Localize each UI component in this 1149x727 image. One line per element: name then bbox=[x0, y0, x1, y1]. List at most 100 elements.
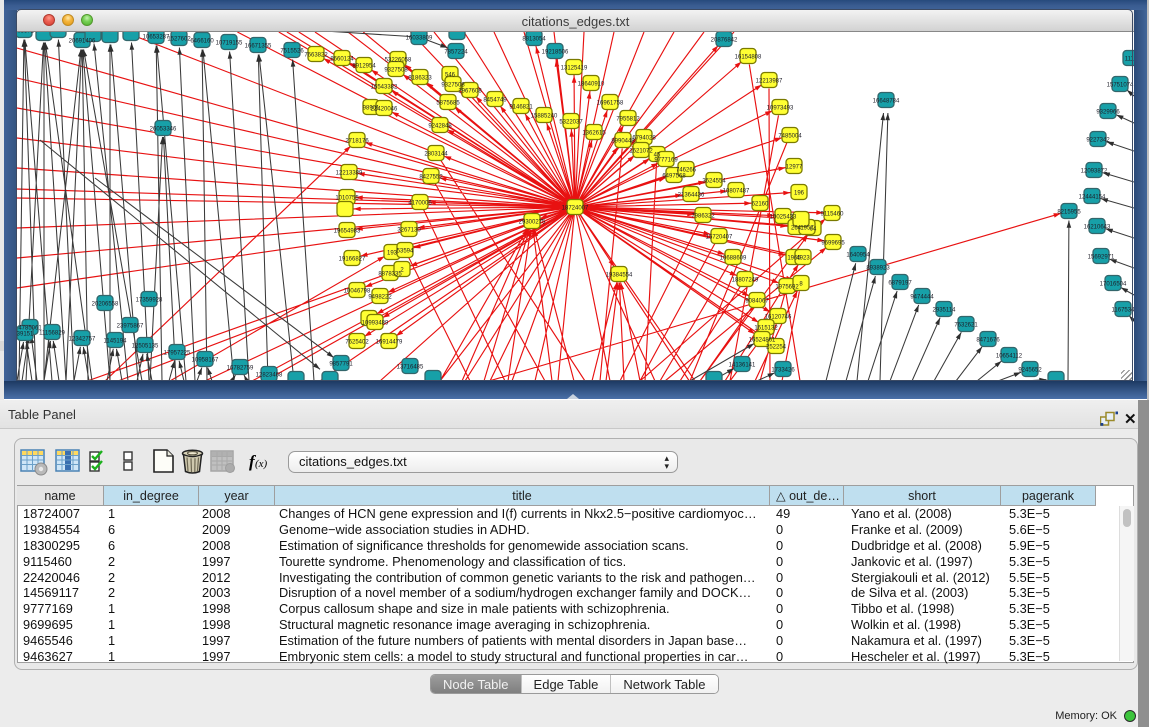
svg-text:16782759: 16782759 bbox=[227, 366, 254, 372]
svg-text:6879197: 6879197 bbox=[888, 281, 912, 287]
svg-text:12093872: 12093872 bbox=[1081, 169, 1108, 175]
svg-text:10719155: 10719155 bbox=[216, 41, 243, 47]
svg-text:4923: 4923 bbox=[796, 256, 810, 262]
svg-text:9227342: 9227342 bbox=[1086, 138, 1110, 144]
svg-text:21364436: 21364436 bbox=[678, 193, 705, 199]
svg-text:16210643: 16210643 bbox=[1084, 225, 1111, 231]
svg-text:16154808: 16154808 bbox=[735, 55, 762, 61]
svg-text:10654112: 10654112 bbox=[996, 354, 1023, 360]
svg-text:19384554: 19384554 bbox=[606, 273, 633, 279]
svg-text:10993489: 10993489 bbox=[362, 321, 389, 327]
svg-text:9498222: 9498222 bbox=[368, 295, 392, 301]
svg-text:9777169: 9777169 bbox=[654, 158, 678, 164]
svg-text:26053346: 26053346 bbox=[150, 127, 177, 133]
svg-text:7485004: 7485004 bbox=[778, 134, 802, 140]
svg-text:9857791: 9857791 bbox=[329, 362, 353, 368]
svg-text:8938923: 8938923 bbox=[866, 266, 890, 272]
svg-text:8878335: 8878335 bbox=[378, 272, 402, 278]
svg-text:17957225: 17957225 bbox=[164, 351, 191, 357]
svg-text:11156829: 11156829 bbox=[39, 331, 65, 337]
svg-text:8215955: 8215955 bbox=[1057, 210, 1081, 216]
svg-text:16033809: 16033809 bbox=[406, 36, 433, 42]
svg-text:53594: 53594 bbox=[397, 249, 414, 255]
svg-text:546: 546 bbox=[445, 73, 456, 79]
svg-text:16543382: 16543382 bbox=[371, 85, 398, 91]
svg-text:17359928: 17359928 bbox=[136, 298, 163, 304]
svg-text:7632621: 7632621 bbox=[954, 323, 978, 329]
svg-text:2935114: 2935114 bbox=[933, 308, 957, 314]
svg-text:15885240: 15885240 bbox=[531, 114, 558, 120]
svg-text:8186323: 8186323 bbox=[408, 76, 432, 82]
svg-text:10046798: 10046798 bbox=[344, 289, 371, 295]
svg-text:2718176: 2718176 bbox=[345, 139, 369, 145]
svg-text:20691406: 20691406 bbox=[69, 39, 96, 45]
svg-text:1957: 1957 bbox=[800, 226, 814, 232]
svg-text:20206558: 20206558 bbox=[92, 302, 119, 308]
svg-text:29300275: 29300275 bbox=[519, 220, 546, 226]
svg-text:16120746: 16120746 bbox=[765, 315, 792, 321]
svg-text:746266: 746266 bbox=[676, 168, 697, 174]
svg-text:10688609: 10688609 bbox=[720, 256, 747, 262]
svg-text:3267130: 3267130 bbox=[397, 228, 421, 234]
svg-text:6466160: 6466160 bbox=[190, 39, 214, 45]
svg-text:9084067: 9084067 bbox=[745, 299, 769, 305]
svg-text:1145194: 1145194 bbox=[104, 339, 128, 345]
svg-text:13125419: 13125419 bbox=[561, 66, 588, 72]
svg-text:10807487: 10807487 bbox=[723, 189, 750, 195]
svg-text:12444154: 12444154 bbox=[1079, 195, 1106, 201]
svg-text:8454749: 8454749 bbox=[483, 98, 507, 104]
svg-text:6497568: 6497568 bbox=[662, 174, 686, 180]
svg-text:2967608: 2967608 bbox=[458, 89, 482, 95]
svg-text:12342757: 12342757 bbox=[69, 337, 96, 343]
svg-text:14055714: 14055714 bbox=[17, 32, 38, 35]
svg-text:7986322: 7986322 bbox=[691, 214, 715, 220]
svg-text:22420046: 22420046 bbox=[371, 107, 398, 113]
svg-text:8471676: 8471676 bbox=[976, 338, 1000, 344]
svg-text:39151: 39151 bbox=[17, 332, 34, 338]
svg-text:19218506: 19218506 bbox=[542, 50, 569, 56]
svg-text:9327508: 9327508 bbox=[384, 68, 408, 74]
svg-text:2803144: 2803144 bbox=[424, 152, 448, 158]
svg-text:9115460: 9115460 bbox=[821, 212, 845, 218]
svg-text:9699695: 9699695 bbox=[821, 241, 845, 247]
svg-text:7515526: 7515526 bbox=[280, 49, 304, 55]
svg-text:17016504: 17016504 bbox=[1100, 282, 1127, 288]
svg-text:18640910: 18640910 bbox=[578, 82, 605, 88]
svg-text:1117: 1117 bbox=[1125, 57, 1134, 63]
svg-text:15751074: 15751074 bbox=[1107, 83, 1134, 89]
svg-text:7857224: 7857224 bbox=[444, 50, 468, 56]
svg-text:1167534: 1167534 bbox=[1112, 308, 1134, 314]
svg-text:7625402: 7625402 bbox=[345, 340, 369, 346]
svg-text:9146821: 9146821 bbox=[509, 105, 533, 111]
svg-text:10973493: 10973493 bbox=[767, 106, 794, 112]
svg-text:14136141: 14136141 bbox=[729, 363, 756, 369]
svg-text:9329966: 9329966 bbox=[1096, 110, 1120, 116]
svg-text:12977: 12977 bbox=[786, 165, 803, 171]
svg-text:(x): (x) bbox=[255, 458, 268, 470]
svg-text:1733426: 1733426 bbox=[771, 368, 795, 374]
svg-text:8427552: 8427552 bbox=[419, 175, 443, 181]
svg-text:1362615: 1362615 bbox=[582, 131, 606, 137]
svg-text:23975867: 23975867 bbox=[117, 324, 144, 330]
svg-text:252254: 252254 bbox=[766, 345, 787, 351]
svg-text:9242848: 9242848 bbox=[428, 124, 452, 130]
svg-text:10653287: 10653287 bbox=[143, 35, 170, 41]
svg-text:16961758: 16961758 bbox=[597, 101, 624, 107]
svg-text:8660124: 8660124 bbox=[330, 57, 354, 63]
svg-text:10025433: 10025433 bbox=[770, 215, 797, 221]
svg-text:12213987: 12213987 bbox=[756, 79, 783, 85]
svg-text:19166827: 19166827 bbox=[339, 257, 366, 263]
svg-text:1615132: 1615132 bbox=[754, 326, 778, 332]
svg-text:16671355: 16671355 bbox=[245, 44, 272, 50]
svg-text:62160: 62160 bbox=[752, 202, 769, 208]
svg-text:5322037: 5322037 bbox=[559, 120, 583, 126]
svg-text:18807249: 18807249 bbox=[732, 278, 759, 284]
svg-text:6794028: 6794028 bbox=[632, 136, 656, 142]
svg-text:8912954: 8912954 bbox=[352, 64, 376, 70]
svg-text:19654983: 19654983 bbox=[334, 229, 361, 235]
svg-text:1010755: 1010755 bbox=[335, 196, 359, 202]
svg-text:7663822: 7663822 bbox=[304, 53, 328, 59]
svg-text:3624554: 3624554 bbox=[702, 179, 726, 185]
svg-text:1527602: 1527602 bbox=[167, 37, 191, 43]
svg-text:15720407: 15720407 bbox=[706, 235, 733, 241]
